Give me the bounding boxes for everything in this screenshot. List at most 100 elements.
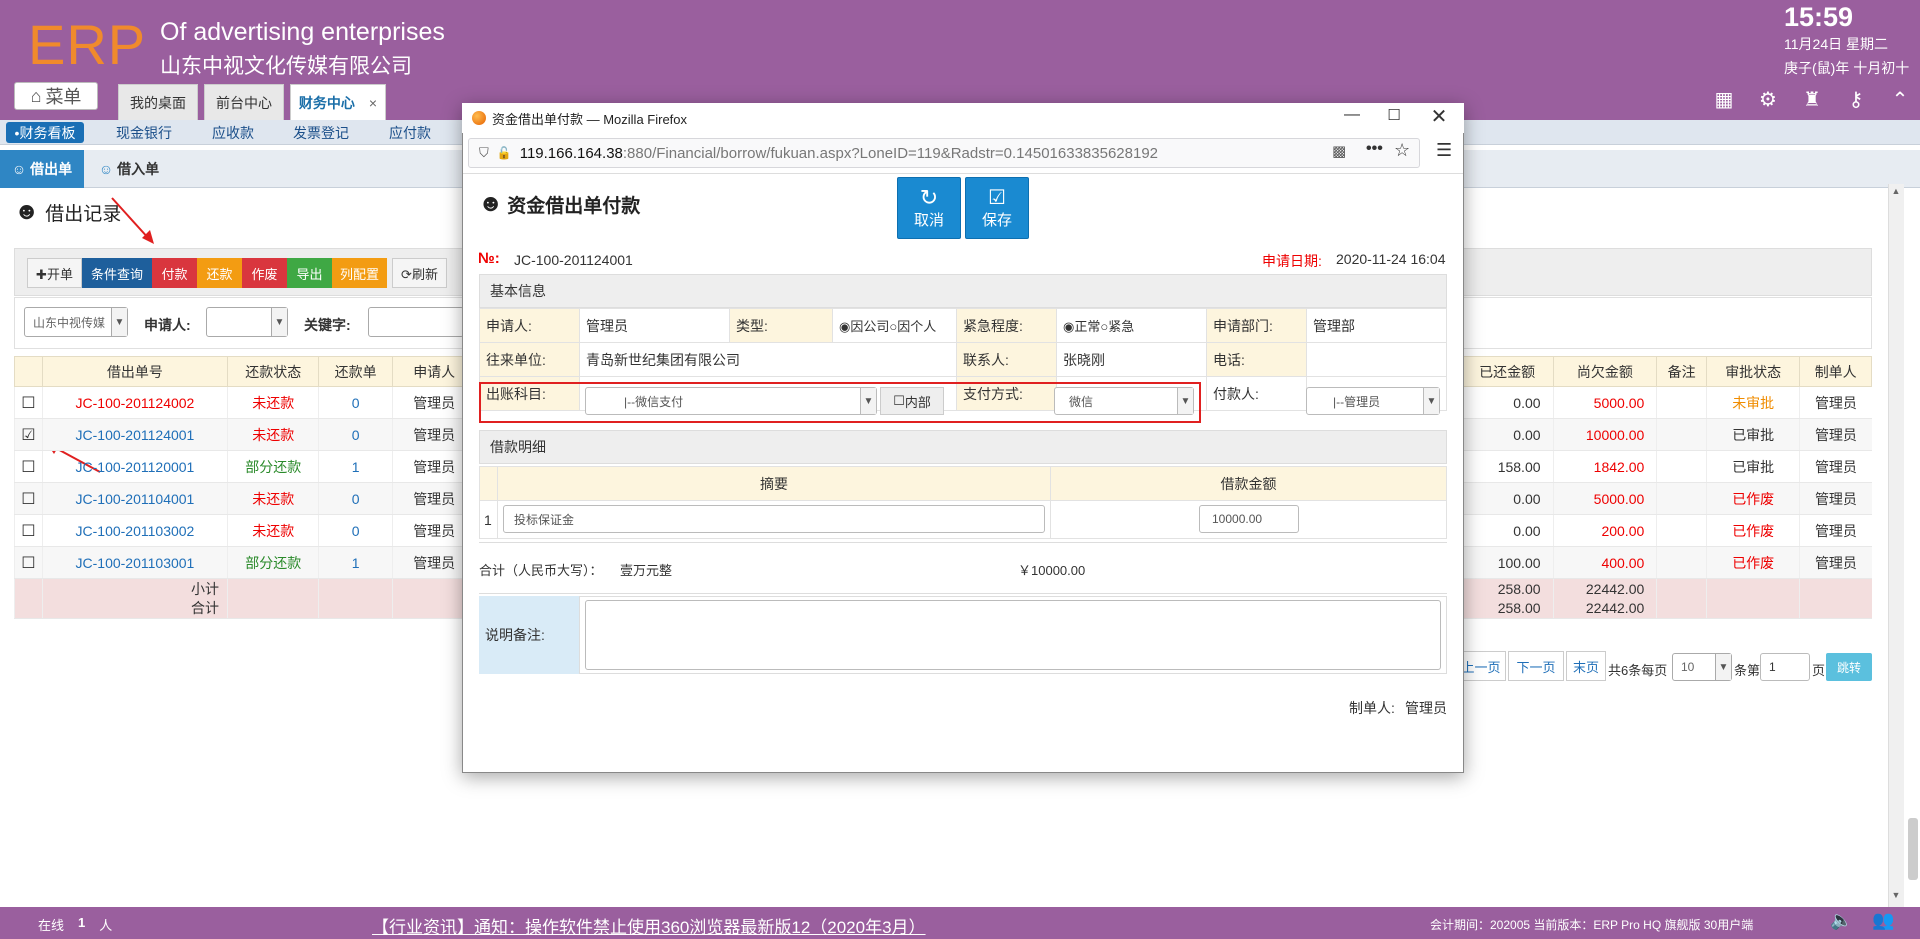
next-page-button[interactable]: 下一页 [1508,651,1564,681]
applicant-select[interactable]: ▼ [206,307,288,337]
note-cell [1656,418,1707,451]
news-link[interactable]: 【行业资讯】通知：操作软件禁止使用360浏览器最新版12（2020年3月） [372,913,926,938]
row-checkbox[interactable]: ☑ [14,418,43,451]
gear-icon[interactable]: ⚙ [1756,88,1780,112]
subnav-finance-board[interactable]: •财务看板 [6,122,84,143]
row-checkbox[interactable]: ☐ [14,450,43,483]
column-header: 制单人 [1799,356,1872,387]
partner-value: 青岛新世纪集团有限公司 [579,342,957,377]
order-no-link[interactable]: JC-100-201124002 [41,386,228,419]
remark-textarea[interactable] [585,600,1441,670]
column-config-button[interactable]: 列配置 [332,258,387,288]
maker-label: 制单人: [1349,700,1395,716]
subnav-invoice[interactable]: 发票登记 [293,122,349,143]
menu-label: 菜单 [45,87,82,107]
user-icon: ☺ [98,161,114,177]
close-window-icon[interactable]: ✕ [1428,104,1450,128]
row-checkbox[interactable]: ☐ [14,386,43,419]
mascot-icon: ☻ [478,190,504,217]
subtab-lend-out[interactable]: ☺ 借出单 [0,150,84,188]
order-no-link[interactable]: JC-100-201103001 [41,546,228,579]
apps-icon[interactable]: ▦ [1712,88,1736,112]
row-checkbox[interactable]: ☐ [14,482,43,515]
app-logo: ERP [28,13,147,76]
maker-cell: 管理员 [1799,546,1872,579]
row-checkbox[interactable]: ☐ [14,546,43,579]
order-no-link[interactable]: JC-100-201120001 [41,450,228,483]
per-page-select[interactable]: 10 ▼ [1672,653,1732,681]
maximize-icon[interactable]: ☐ [1384,106,1404,130]
page-title: ☻ 借出记录 [14,198,121,226]
query-button[interactable]: 条件查询 [82,258,152,288]
users-icon[interactable]: 👥 [1872,910,1894,931]
tab-finance-center[interactable]: 财务中心 × [290,84,386,120]
jump-button[interactable]: 跳转 [1826,653,1872,681]
refresh-button[interactable]: ⟳刷新 [392,258,447,288]
clock-date: 11月24日 星期二 [1784,36,1888,52]
order-no-link[interactable]: JC-100-201103002 [41,514,228,547]
urgency-radio-group: ◉正常○紧急 [1056,308,1207,343]
close-icon[interactable]: × [369,95,377,111]
void-button[interactable]: 作废 [242,258,287,288]
checkbox-icon[interactable]: ☐ [21,459,35,476]
chevron-down-icon: ▼ [1715,654,1731,680]
hamburger-menu-icon[interactable]: ☰ [1436,140,1452,161]
annotation-arrow [111,197,154,244]
order-no-link[interactable]: JC-100-201124001 [41,418,228,451]
scroll-down-icon[interactable]: ▼ [1888,890,1904,904]
total-cn-value: 壹万元整 [620,563,673,578]
save-button[interactable]: ☑ 保存 [965,177,1029,239]
checkbox-icon[interactable]: ☐ [21,491,35,508]
order-no-link[interactable]: JC-100-201104001 [41,482,228,515]
new-order-button[interactable]: ✚开单 [27,258,82,288]
tab-my-desktop[interactable]: 我的桌面 [118,84,198,120]
chevron-down-icon: ▼ [271,308,287,336]
tab-label: 我的桌面 [130,94,186,111]
menu-button[interactable]: ⌂ 菜单 [14,82,98,110]
bookmark-star-icon[interactable]: ☆ [1394,140,1410,161]
vertical-scrollbar[interactable] [1888,184,1904,907]
tab-front-center[interactable]: 前台中心 [204,84,284,120]
company-select[interactable]: 山东中视传媒 ▼ [24,307,128,337]
approval-status: 已作废 [1705,482,1800,515]
repay-button[interactable]: 还款 [197,258,242,288]
subnav-receivables[interactable]: 应收款 [212,122,254,143]
checkbox-icon[interactable]: ☐ [21,523,35,540]
checkbox-icon[interactable]: ☐ [21,395,35,412]
page-number-input[interactable]: 1 [1760,653,1810,681]
keyword-input[interactable] [368,307,464,337]
qr-code-icon[interactable]: ▩ [1332,142,1346,160]
subtab-borrow-in[interactable]: ☺ 借入单 [84,150,174,188]
export-button[interactable]: 导出 [287,258,332,288]
maker-value: 管理员 [1405,700,1447,716]
amount-input-value: 10000.00 [1212,512,1263,526]
minimize-icon[interactable]: — [1342,106,1362,130]
firefox-icon [472,111,486,125]
subnav-payables[interactable]: 应付款 [389,122,431,143]
row-checkbox[interactable]: ☐ [14,514,43,547]
checkbox-checked-icon[interactable]: ☑ [21,427,35,444]
radio-checked-icon[interactable]: ◉ [839,319,850,334]
radio-checked-icon[interactable]: ◉ [1063,319,1074,334]
owed-amount: 5000.00 [1552,386,1657,419]
pay-button[interactable]: 付款 [152,258,197,288]
collapse-icon[interactable]: ⌃ [1888,88,1912,112]
last-page-button[interactable]: 末页 [1566,651,1606,681]
page-suffix: 页 [1812,663,1826,678]
key-icon[interactable]: ⚷ [1844,88,1868,112]
undo-icon: ↻ [919,184,939,210]
checkbox-icon[interactable]: ☐ [21,555,35,572]
url-bar[interactable]: ⛉ 🔓 119.166.164.38 :880/Financial/borrow… [468,138,1420,168]
cancel-button[interactable]: ↻ 取消 [897,177,961,239]
side-scroll-handle[interactable] [1908,818,1918,880]
home-icon: ⌂ [30,85,42,106]
scroll-up-icon[interactable]: ▲ [1888,186,1904,200]
more-options-icon[interactable]: ••• [1366,140,1383,158]
payer-select[interactable]: |--管理员 ▼ [1306,387,1440,415]
shirt-icon[interactable]: ♜ [1800,88,1824,112]
summary-input[interactable]: 投标保证金 [503,505,1045,533]
speaker-icon[interactable]: 🔈 [1830,910,1852,931]
loan-detail-section: 借款明细 [479,430,1447,464]
amount-input[interactable]: 10000.00 [1199,505,1299,533]
subnav-cash-bank[interactable]: 现金银行 [116,122,172,143]
